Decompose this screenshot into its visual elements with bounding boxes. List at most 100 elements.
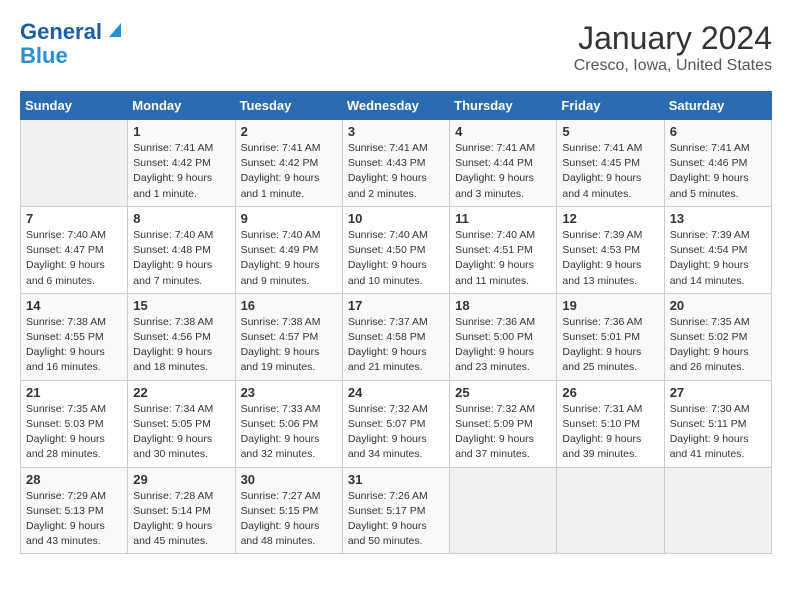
day-number: 28 (26, 472, 122, 487)
logo-icon (105, 19, 125, 39)
day-cell: 2 Sunrise: 7:41 AMSunset: 4:42 PMDaylight… (235, 120, 342, 207)
day-number: 2 (241, 124, 337, 139)
day-number: 5 (562, 124, 658, 139)
day-number: 3 (348, 124, 444, 139)
day-detail: Sunrise: 7:41 AMSunset: 4:42 PMDaylight:… (241, 142, 321, 200)
day-cell: 5 Sunrise: 7:41 AMSunset: 4:45 PMDaylight… (557, 120, 664, 207)
day-cell: 28 Sunrise: 7:29 AMSunset: 5:13 PMDayligh… (21, 467, 128, 554)
page-header: General Blue January 2024 Cresco, Iowa, … (20, 20, 772, 75)
day-cell: 9 Sunrise: 7:40 AMSunset: 4:49 PMDaylight… (235, 206, 342, 293)
day-number: 13 (670, 211, 766, 226)
day-number: 18 (455, 298, 551, 313)
week-row-4: 21 Sunrise: 7:35 AMSunset: 5:03 PMDayligh… (21, 380, 772, 467)
day-detail: Sunrise: 7:41 AMSunset: 4:42 PMDaylight:… (133, 142, 213, 200)
day-detail: Sunrise: 7:28 AMSunset: 5:14 PMDaylight:… (133, 490, 213, 548)
day-number: 27 (670, 385, 766, 400)
logo-text2: Blue (20, 44, 68, 68)
day-number: 31 (348, 472, 444, 487)
day-cell: 3 Sunrise: 7:41 AMSunset: 4:43 PMDaylight… (342, 120, 449, 207)
day-detail: Sunrise: 7:38 AMSunset: 4:55 PMDaylight:… (26, 316, 106, 374)
day-number: 20 (670, 298, 766, 313)
day-detail: Sunrise: 7:41 AMSunset: 4:43 PMDaylight:… (348, 142, 428, 200)
day-number: 14 (26, 298, 122, 313)
day-detail: Sunrise: 7:40 AMSunset: 4:49 PMDaylight:… (241, 229, 321, 287)
day-detail: Sunrise: 7:31 AMSunset: 5:10 PMDaylight:… (562, 403, 642, 461)
week-row-3: 14 Sunrise: 7:38 AMSunset: 4:55 PMDayligh… (21, 293, 772, 380)
day-cell: 21 Sunrise: 7:35 AMSunset: 5:03 PMDayligh… (21, 380, 128, 467)
day-detail: Sunrise: 7:29 AMSunset: 5:13 PMDaylight:… (26, 490, 106, 548)
logo-text: General (20, 20, 102, 44)
day-number: 10 (348, 211, 444, 226)
day-cell: 27 Sunrise: 7:30 AMSunset: 5:11 PMDayligh… (664, 380, 771, 467)
day-number: 19 (562, 298, 658, 313)
day-cell: 7 Sunrise: 7:40 AMSunset: 4:47 PMDaylight… (21, 206, 128, 293)
day-number: 29 (133, 472, 229, 487)
week-row-2: 7 Sunrise: 7:40 AMSunset: 4:47 PMDaylight… (21, 206, 772, 293)
header-cell-friday: Friday (557, 92, 664, 120)
day-cell: 12Sunrise: 7:39 AMSunset: 4:53 PMDayligh… (557, 206, 664, 293)
header-row: SundayMondayTuesdayWednesdayThursdayFrid… (21, 92, 772, 120)
day-number: 17 (348, 298, 444, 313)
day-number: 21 (26, 385, 122, 400)
day-number: 12 (562, 211, 658, 226)
day-cell: 15 Sunrise: 7:38 AMSunset: 4:56 PMDayligh… (128, 293, 235, 380)
day-number: 26 (562, 385, 658, 400)
day-detail: Sunrise: 7:32 AMSunset: 5:09 PMDaylight:… (455, 403, 535, 461)
header-cell-saturday: Saturday (664, 92, 771, 120)
day-detail: Sunrise: 7:38 AMSunset: 4:56 PMDaylight:… (133, 316, 213, 374)
day-number: 7 (26, 211, 122, 226)
day-detail: Sunrise: 7:37 AMSunset: 4:58 PMDaylight:… (348, 316, 428, 374)
header-cell-thursday: Thursday (450, 92, 557, 120)
week-row-5: 28 Sunrise: 7:29 AMSunset: 5:13 PMDayligh… (21, 467, 772, 554)
day-detail: Sunrise: 7:40 AMSunset: 4:48 PMDaylight:… (133, 229, 213, 287)
day-number: 9 (241, 211, 337, 226)
header-cell-tuesday: Tuesday (235, 92, 342, 120)
day-cell: 22Sunrise: 7:34 AMSunset: 5:05 PMDayligh… (128, 380, 235, 467)
day-cell: 6 Sunrise: 7:41 AMSunset: 4:46 PMDaylight… (664, 120, 771, 207)
day-number: 6 (670, 124, 766, 139)
page-title: January 2024 (574, 20, 772, 57)
day-detail: Sunrise: 7:36 AMSunset: 5:01 PMDaylight:… (562, 316, 642, 374)
day-number: 1 (133, 124, 229, 139)
day-detail: Sunrise: 7:40 AMSunset: 4:47 PMDaylight:… (26, 229, 106, 287)
day-cell (664, 467, 771, 554)
title-block: January 2024 Cresco, Iowa, United States (574, 20, 772, 75)
day-detail: Sunrise: 7:39 AMSunset: 4:54 PMDaylight:… (670, 229, 750, 287)
day-number: 30 (241, 472, 337, 487)
day-number: 24 (348, 385, 444, 400)
day-cell: 18 Sunrise: 7:36 AMSunset: 5:00 PMDayligh… (450, 293, 557, 380)
header-cell-sunday: Sunday (21, 92, 128, 120)
day-cell: 26 Sunrise: 7:31 AMSunset: 5:10 PMDayligh… (557, 380, 664, 467)
day-number: 11 (455, 211, 551, 226)
day-number: 15 (133, 298, 229, 313)
day-detail: Sunrise: 7:26 AMSunset: 5:17 PMDaylight:… (348, 490, 428, 548)
day-cell: 31 Sunrise: 7:26 AMSunset: 5:17 PMDayligh… (342, 467, 449, 554)
day-cell: 4 Sunrise: 7:41 AMSunset: 4:44 PMDaylight… (450, 120, 557, 207)
day-detail: Sunrise: 7:30 AMSunset: 5:11 PMDaylight:… (670, 403, 750, 461)
day-number: 25 (455, 385, 551, 400)
day-cell: 14 Sunrise: 7:38 AMSunset: 4:55 PMDayligh… (21, 293, 128, 380)
day-cell: 20Sunrise: 7:35 AMSunset: 5:02 PMDayligh… (664, 293, 771, 380)
day-detail: Sunrise: 7:40 AMSunset: 4:51 PMDaylight:… (455, 229, 535, 287)
day-detail: Sunrise: 7:41 AMSunset: 4:45 PMDaylight:… (562, 142, 642, 200)
day-cell: 11 Sunrise: 7:40 AMSunset: 4:51 PMDayligh… (450, 206, 557, 293)
day-cell: 25 Sunrise: 7:32 AMSunset: 5:09 PMDayligh… (450, 380, 557, 467)
day-cell: 19 Sunrise: 7:36 AMSunset: 5:01 PMDayligh… (557, 293, 664, 380)
day-detail: Sunrise: 7:27 AMSunset: 5:15 PMDaylight:… (241, 490, 321, 548)
day-number: 4 (455, 124, 551, 139)
day-cell (21, 120, 128, 207)
day-detail: Sunrise: 7:35 AMSunset: 5:03 PMDaylight:… (26, 403, 106, 461)
day-cell (557, 467, 664, 554)
day-detail: Sunrise: 7:36 AMSunset: 5:00 PMDaylight:… (455, 316, 535, 374)
day-detail: Sunrise: 7:41 AMSunset: 4:44 PMDaylight:… (455, 142, 535, 200)
day-cell: 29 Sunrise: 7:28 AMSunset: 5:14 PMDayligh… (128, 467, 235, 554)
day-cell: 30 Sunrise: 7:27 AMSunset: 5:15 PMDayligh… (235, 467, 342, 554)
day-cell: 1 Sunrise: 7:41 AMSunset: 4:42 PMDaylight… (128, 120, 235, 207)
day-number: 16 (241, 298, 337, 313)
day-detail: Sunrise: 7:41 AMSunset: 4:46 PMDaylight:… (670, 142, 750, 200)
day-cell: 10 Sunrise: 7:40 AMSunset: 4:50 PMDayligh… (342, 206, 449, 293)
day-detail: Sunrise: 7:40 AMSunset: 4:50 PMDaylight:… (348, 229, 428, 287)
day-cell (450, 467, 557, 554)
day-number: 23 (241, 385, 337, 400)
day-cell: 16Sunrise: 7:38 AMSunset: 4:57 PMDayligh… (235, 293, 342, 380)
